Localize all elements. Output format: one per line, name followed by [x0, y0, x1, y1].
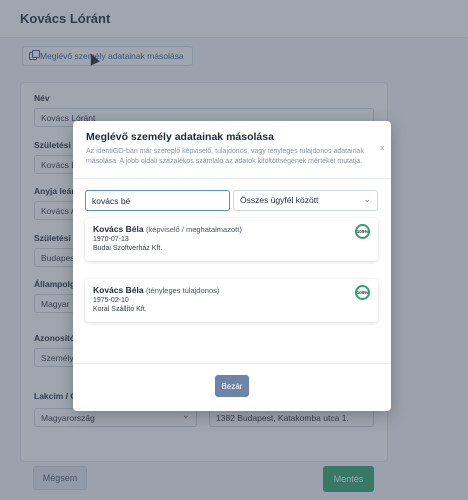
result-card[interactable]: Kovács Béla (tényleges tulajdonos) 1975-… — [85, 279, 378, 322]
divider — [73, 363, 391, 364]
scope-select[interactable]: Összes ügyfél között ⌄ — [233, 190, 378, 211]
result-name: Kovács Béla — [93, 224, 144, 234]
search-input[interactable] — [85, 190, 230, 211]
modal-description: Az identiGO-ban már szereplő képviselő, … — [86, 148, 364, 165]
result-role: (tényleges tulajdonos) — [145, 286, 220, 295]
result-date: 1970-07-13 — [93, 236, 129, 243]
completeness-badge: 100% — [355, 224, 370, 239]
divider — [73, 178, 391, 179]
result-role: (képviselő / meghatalmazott) — [145, 225, 242, 234]
close-button[interactable]: Bezár — [215, 375, 249, 397]
chevron-down-icon: ⌄ — [363, 194, 371, 204]
result-name-line: Kovács Béla (képviselő / meghatalmazott) — [93, 224, 370, 234]
result-name: Kovács Béla — [93, 285, 144, 295]
copy-person-modal: Meglévő személy adatainak másolása × Az … — [73, 121, 391, 411]
result-name-line: Kovács Béla (tényleges tulajdonos) — [93, 285, 370, 295]
scope-value: Összes ügyfél között — [240, 195, 319, 205]
modal-title: Meglévő személy adatainak másolása — [86, 131, 274, 143]
result-company: Koral Szállító Kft. — [93, 306, 147, 313]
completeness-badge: 100% — [355, 285, 370, 300]
close-icon[interactable]: × — [380, 143, 385, 153]
result-company: Budai Szoftverház Kft. — [93, 245, 163, 252]
result-date: 1975-02-10 — [93, 297, 129, 304]
result-card[interactable]: Kovács Béla (képviselő / meghatalmazott)… — [85, 218, 378, 261]
